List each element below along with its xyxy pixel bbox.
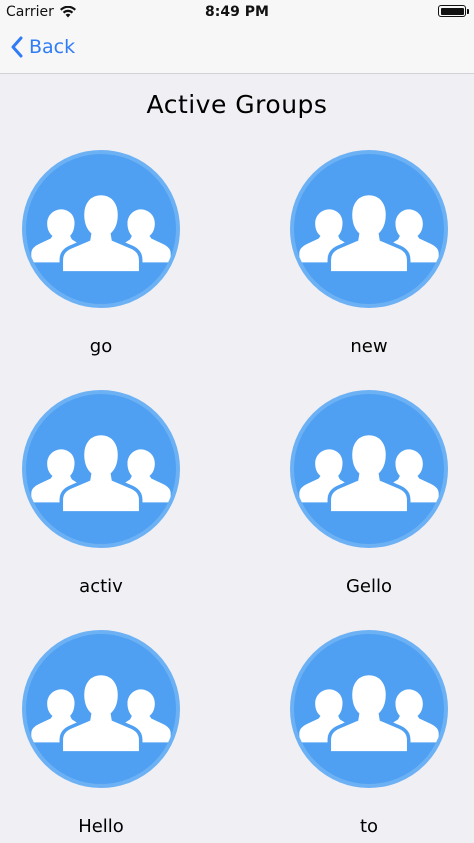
- group-avatar: [290, 630, 448, 788]
- group-avatar: [22, 390, 180, 548]
- group-icon: [297, 431, 441, 515]
- chevron-left-icon: [11, 36, 23, 58]
- group-label: to: [359, 816, 379, 837]
- group-label: Gello: [345, 576, 393, 597]
- status-bar: Carrier 8:49 PM: [0, 0, 474, 24]
- group-label: activ: [79, 576, 123, 597]
- group-icon: [297, 191, 441, 275]
- back-label: Back: [29, 36, 76, 58]
- group-label: new: [350, 336, 388, 357]
- battery-icon: [438, 5, 469, 17]
- group-avatar: [22, 630, 180, 788]
- group-label: go: [89, 336, 113, 357]
- group-icon: [29, 671, 173, 755]
- navigation-bar: Back: [0, 24, 474, 74]
- back-button[interactable]: Back: [10, 36, 75, 58]
- group-icon: [29, 431, 173, 515]
- group-label: Hello: [78, 816, 124, 837]
- status-time: 8:49 PM: [205, 4, 269, 20]
- group-icon: [297, 671, 441, 755]
- battery-fill: [440, 7, 464, 15]
- group-avatar: [290, 150, 448, 308]
- page-title: Active Groups: [146, 90, 328, 119]
- group-avatar: [22, 150, 180, 308]
- group-avatar: [290, 390, 448, 548]
- group-icon: [29, 191, 173, 275]
